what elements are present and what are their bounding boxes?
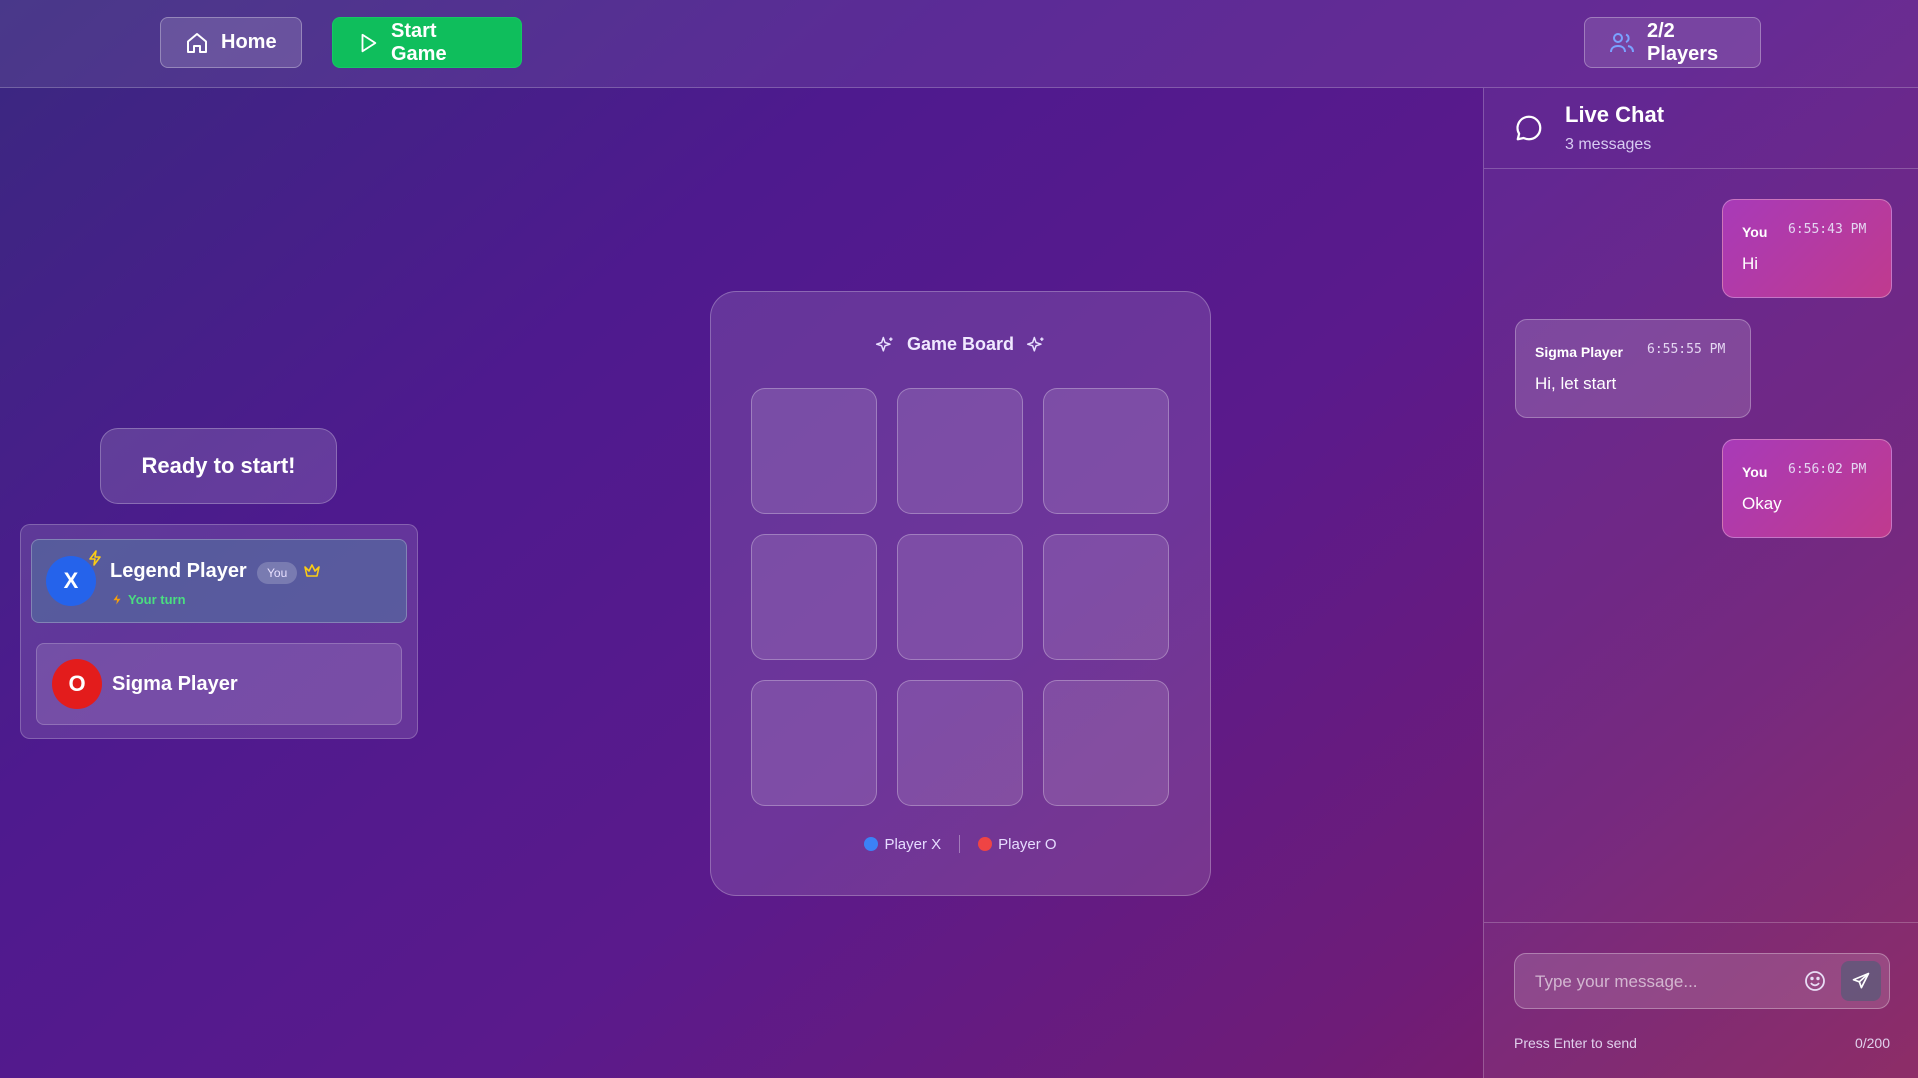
avatar-o: O <box>52 659 102 709</box>
chat-header: Live Chat 3 messages <box>1484 88 1918 169</box>
message-time: 6:55:43 PM <box>1788 222 1867 237</box>
chat-footer: Press Enter to send 0/200 <box>1484 922 1918 1078</box>
message-time: 6:56:02 PM <box>1788 462 1867 477</box>
board-legend: Player X Player O <box>711 835 1210 853</box>
home-label: Home <box>221 31 277 53</box>
start-game-button[interactable]: Start Game <box>332 17 522 68</box>
chat-message: Sigma Player 6:55:55 PM Hi, let start <box>1515 319 1751 418</box>
message-time: 6:55:55 PM <box>1647 342 1726 357</box>
board-cell-1[interactable] <box>751 388 877 514</box>
board-cell-7[interactable] <box>751 680 877 806</box>
player-card-x: X Legend Player You Your turn <box>31 539 407 623</box>
players-panel: X Legend Player You Your turn O Sigma Pl… <box>20 524 418 739</box>
chat-message-input[interactable] <box>1533 954 1797 1010</box>
chat-message-count: 3 messages <box>1565 136 1652 153</box>
message-text: Okay <box>1742 494 1782 513</box>
crown-icon <box>304 564 320 577</box>
board-cell-2[interactable] <box>897 388 1023 514</box>
start-game-label: Start Game <box>391 19 447 65</box>
legend-label-o: Player O <box>998 835 1057 853</box>
sparkles-icon <box>875 336 893 352</box>
ready-text: Ready to start! <box>141 453 296 478</box>
board-cell-5[interactable] <box>897 534 1023 660</box>
board-cell-8[interactable] <box>897 680 1023 806</box>
chat-input-box <box>1514 953 1890 1010</box>
chat-bubble-icon <box>1516 115 1542 141</box>
top-bar: Home Start Game 2/2 Players <box>0 0 1918 88</box>
message-sender: You <box>1742 224 1768 240</box>
board-title: Game Board <box>711 334 1210 355</box>
chat-panel: Live Chat 3 messages You 6:55:43 PM Hi S… <box>1483 88 1918 1078</box>
bolt-small-icon <box>113 594 121 605</box>
message-sender: Sigma Player <box>1535 344 1623 360</box>
character-counter: 0/200 <box>1854 1035 1890 1051</box>
home-icon <box>187 32 207 53</box>
players-count-button[interactable]: 2/2 Players <box>1584 17 1761 68</box>
board-cell-9[interactable] <box>1043 680 1169 806</box>
players-count-label: 2/2 Players <box>1647 19 1719 65</box>
sparkles-icon <box>1026 336 1044 352</box>
message-text: Hi <box>1742 254 1759 273</box>
chat-message: You 6:56:02 PM Okay <box>1722 439 1892 538</box>
player-name-o: Sigma Player <box>112 673 238 695</box>
turn-text: Your turn <box>128 592 186 607</box>
users-icon <box>1610 32 1634 52</box>
play-icon <box>361 33 377 52</box>
send-hint: Press Enter to send <box>1514 1035 1637 1051</box>
player-card-o: O Sigma Player <box>36 643 402 725</box>
message-text: Hi, let start <box>1535 374 1617 393</box>
board-cell-4[interactable] <box>751 534 877 660</box>
legend-divider <box>959 835 961 853</box>
player-name-x: Legend Player <box>110 560 247 582</box>
legend-dot-o <box>978 837 993 851</box>
send-icon <box>1852 972 1870 989</box>
home-button[interactable]: Home <box>160 17 302 68</box>
you-badge: You <box>257 562 298 584</box>
emoji-icon[interactable] <box>1803 969 1827 993</box>
legend-dot-x <box>864 837 879 851</box>
game-board: Game Board Player X Player O <box>710 291 1211 896</box>
board-cell-6[interactable] <box>1043 534 1169 660</box>
bolt-icon <box>89 550 101 566</box>
board-cell-3[interactable] <box>1043 388 1169 514</box>
legend-label-x: Player X <box>884 835 942 853</box>
turn-indicator: Your turn <box>112 592 186 607</box>
send-button[interactable] <box>1841 961 1881 1001</box>
chat-message: You 6:55:43 PM Hi <box>1722 199 1892 298</box>
ready-status: Ready to start! <box>100 428 337 504</box>
message-sender: You <box>1742 464 1768 480</box>
board-title-text: Game Board <box>906 334 1015 354</box>
chat-title: Live Chat <box>1565 102 1665 127</box>
